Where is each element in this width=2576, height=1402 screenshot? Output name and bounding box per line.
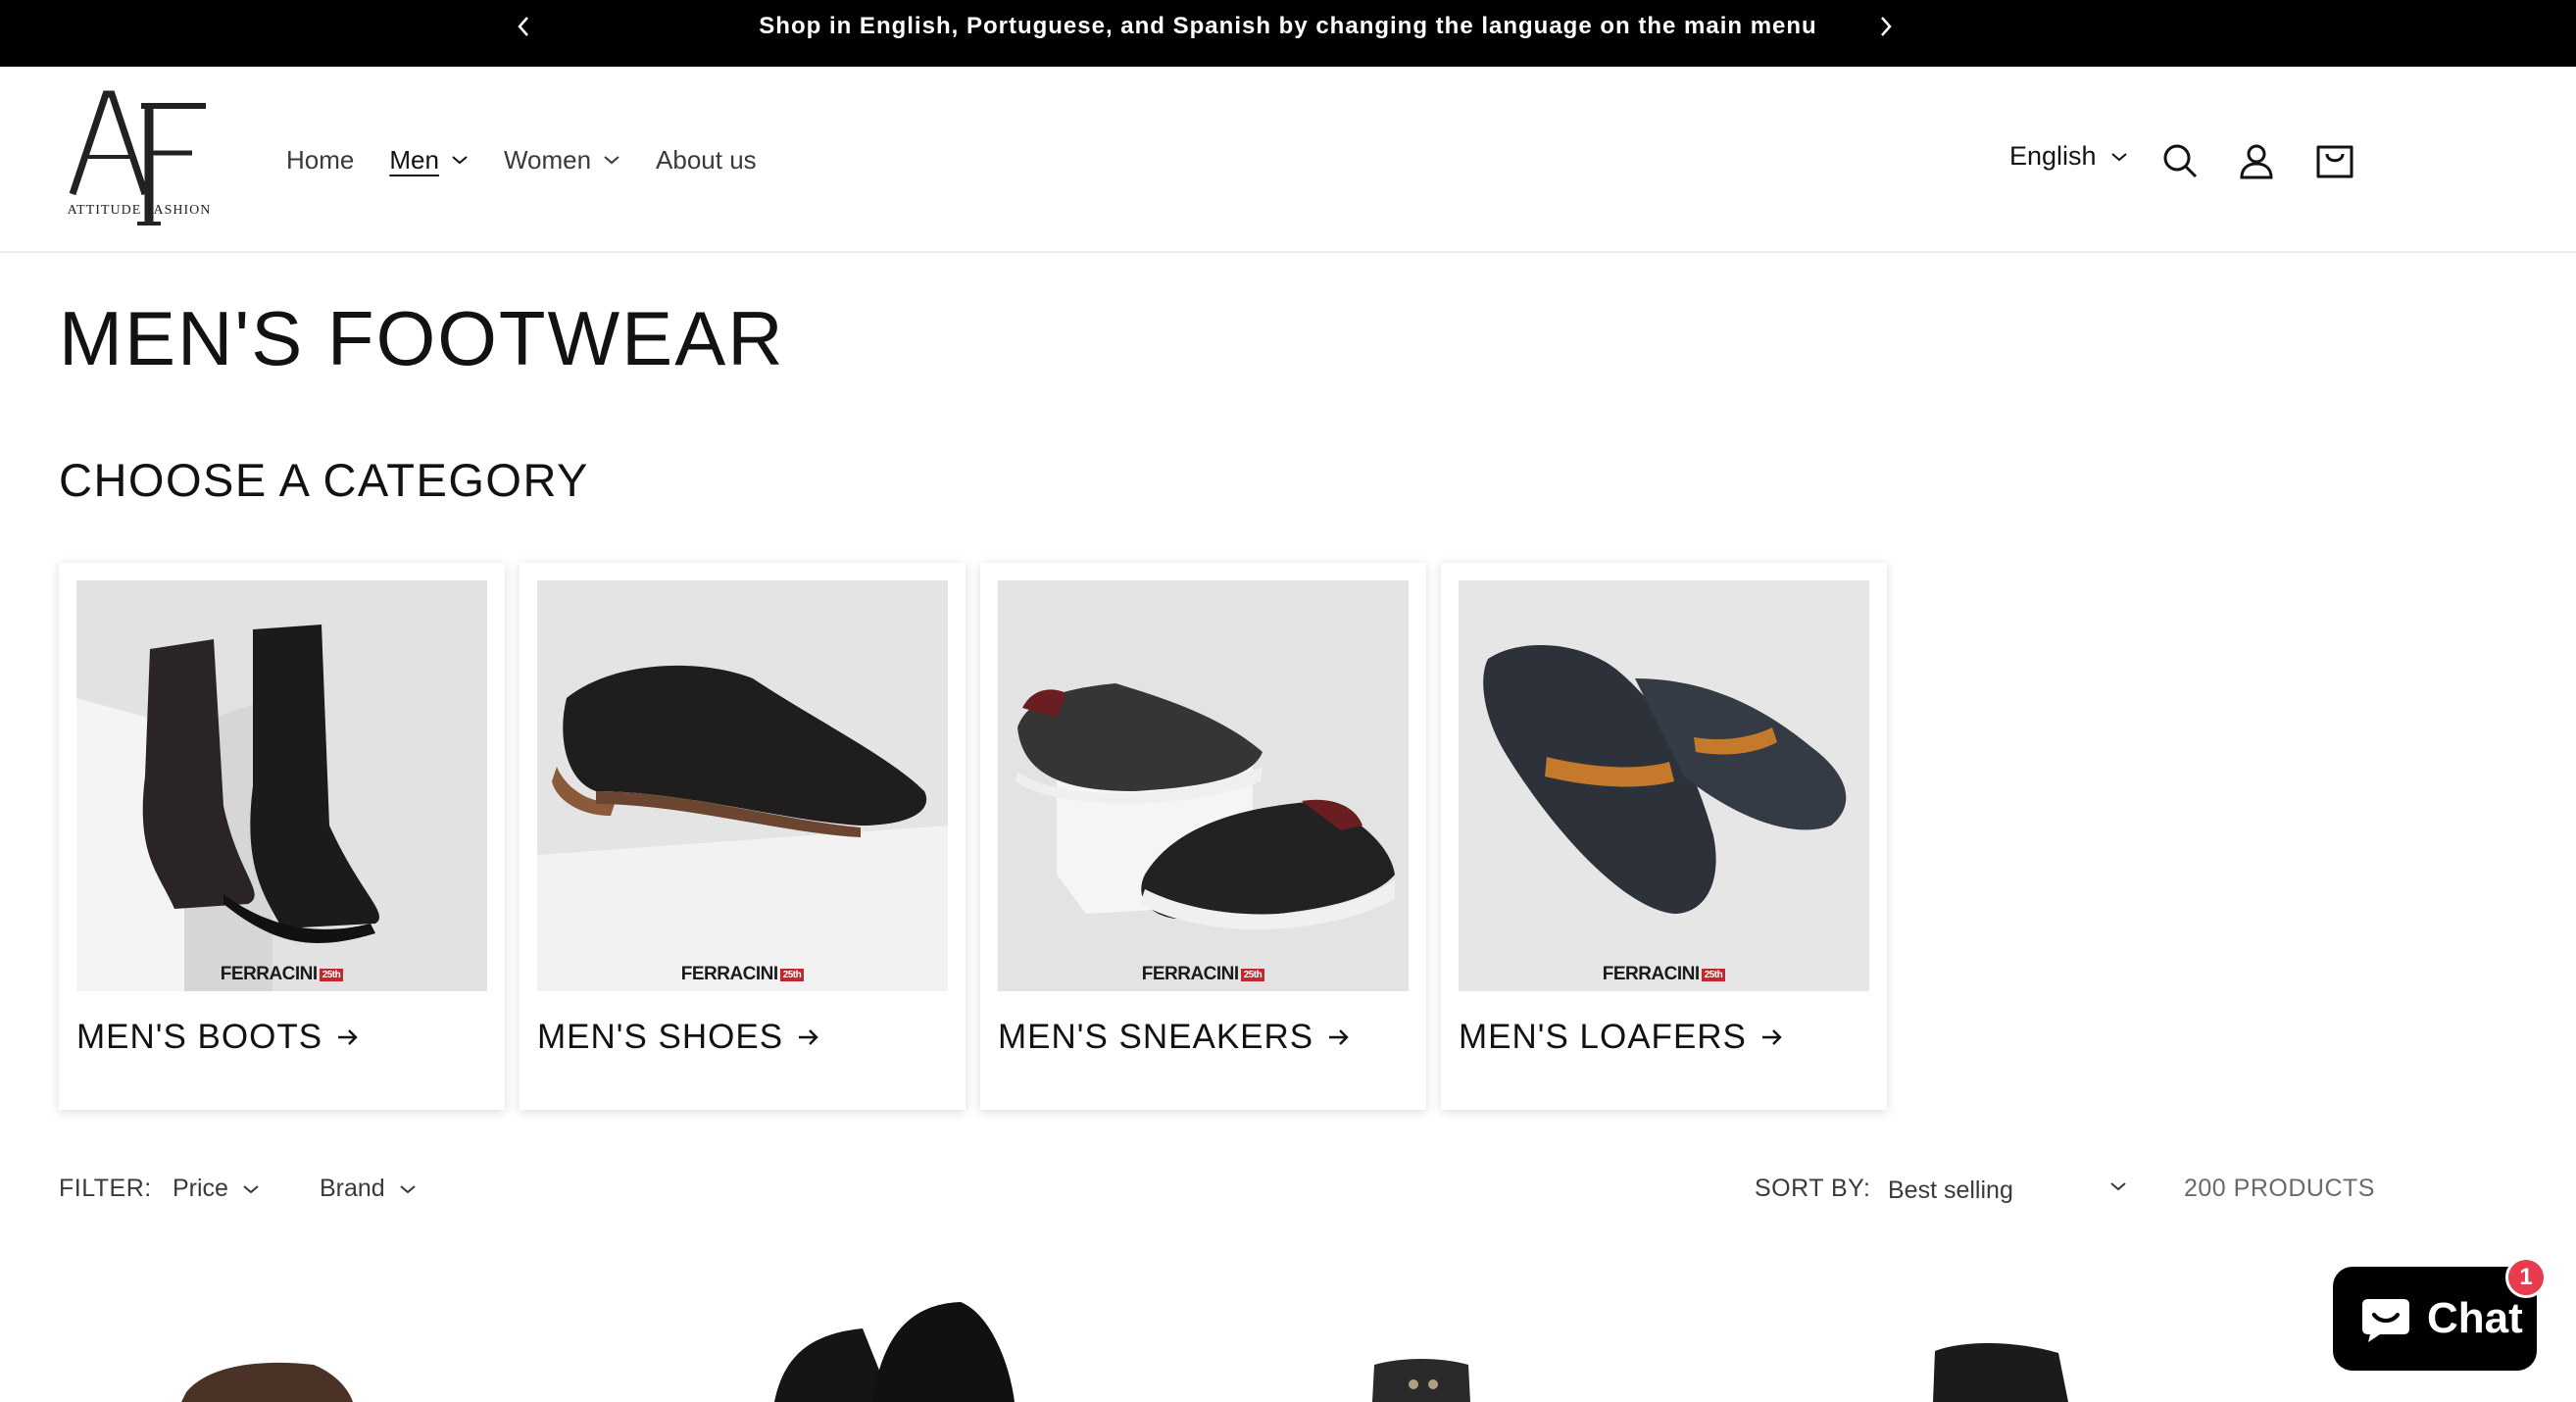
chevron-right-icon [1881, 17, 1892, 36]
page-title: MEN'S FOOTWEAR [59, 295, 785, 381]
brand-name: FERRACINI [680, 964, 778, 984]
brand-logo: FERRACINI 25th [537, 964, 948, 985]
nav-women[interactable]: Women [504, 145, 620, 175]
nav-about[interactable]: About us [656, 145, 757, 175]
category-image-shoes: FERRACINI 25th [537, 580, 948, 991]
category-card-loafers[interactable]: FERRACINI 25th MEN'S LOAFERS [1441, 563, 1887, 1110]
account-icon [2240, 144, 2273, 179]
chevron-down-icon [603, 154, 620, 166]
brand-name: FERRACINI [1602, 964, 1700, 984]
cart-button[interactable] [2307, 133, 2362, 188]
filter-brand-label: Brand [320, 1175, 385, 1202]
announcement-next-button[interactable] [1864, 12, 1907, 41]
arrow-right-icon [1760, 1027, 1784, 1047]
chevron-down-icon [399, 1183, 417, 1195]
nav-home[interactable]: Home [286, 145, 354, 175]
announcement-bar: Shop in English, Portuguese, and Spanish… [0, 0, 2576, 67]
product-image[interactable] [167, 1275, 363, 1402]
filter-price-dropdown[interactable]: Price [173, 1175, 260, 1203]
chat-bubble-icon [2362, 1299, 2409, 1342]
filter-brand-dropdown[interactable]: Brand [320, 1175, 417, 1203]
sort-label: SORT BY: [1755, 1175, 1871, 1202]
brand-logo: FERRACINI 25th [1459, 964, 1869, 985]
chat-notification-badge: 1 [2505, 1257, 2547, 1298]
category-label-sneakers: MEN'S SNEAKERS [998, 1018, 1314, 1056]
category-link-sneakers[interactable]: MEN'S SNEAKERS [998, 1018, 1351, 1057]
category-link-shoes[interactable]: MEN'S SHOES [537, 1018, 820, 1057]
product-image[interactable] [1362, 1275, 1480, 1402]
nav-men[interactable]: Men [389, 145, 469, 175]
brand-tag: 25th [779, 969, 805, 981]
category-link-loafers[interactable]: MEN'S LOAFERS [1459, 1018, 1784, 1057]
chevron-down-icon [242, 1183, 260, 1195]
sort-select[interactable]: Best selling [1888, 1171, 2127, 1210]
store-logo[interactable]: ATTITUDE FASHION [63, 86, 216, 233]
product-image[interactable] [745, 1275, 1039, 1402]
account-button[interactable] [2229, 133, 2284, 188]
category-label-shoes: MEN'S SHOES [537, 1018, 784, 1056]
category-image-boots: FERRACINI 25th [76, 580, 487, 991]
chevron-down-icon [2110, 151, 2128, 163]
main-nav: Home Men Women About us [286, 67, 792, 253]
nav-about-label: About us [656, 144, 757, 175]
svg-text:ATTITUDE FASHION: ATTITUDE FASHION [68, 203, 212, 218]
chat-label: Chat [2427, 1294, 2523, 1342]
cart-icon [2316, 145, 2353, 178]
brand-logo: FERRACINI 25th [76, 964, 487, 985]
brand-tag: 25th [1701, 969, 1726, 981]
category-label-loafers: MEN'S LOAFERS [1459, 1018, 1747, 1056]
nav-home-label: Home [286, 144, 355, 175]
product-count: 200 PRODUCTS [2184, 1175, 2375, 1202]
category-card-sneakers[interactable]: FERRACINI 25th MEN'S SNEAKERS [980, 563, 1426, 1110]
category-card-shoes[interactable]: FERRACINI 25th MEN'S SHOES [520, 563, 966, 1110]
search-icon [2163, 144, 2198, 178]
brand-name: FERRACINI [1141, 964, 1239, 984]
arrow-right-icon [1327, 1027, 1351, 1047]
category-card-boots[interactable]: FERRACINI 25th MEN'S BOOTS [59, 563, 505, 1110]
brand-name: FERRACINI [220, 964, 318, 984]
language-value: English [2009, 141, 2097, 171]
brand-tag: 25th [1240, 969, 1265, 981]
category-image-loafers: FERRACINI 25th [1459, 580, 1869, 991]
category-label-boots: MEN'S BOOTS [76, 1018, 323, 1056]
section-title: CHOOSE A CATEGORY [59, 454, 589, 506]
language-selector[interactable]: English [2009, 141, 2128, 172]
filter-price-label: Price [173, 1175, 228, 1202]
brand-tag: 25th [319, 969, 344, 981]
chat-button[interactable]: Chat 1 [2333, 1257, 2547, 1371]
category-image-sneakers: FERRACINI 25th [998, 580, 1409, 991]
filter-label: FILTER: [59, 1175, 152, 1202]
product-image[interactable] [1921, 1275, 2078, 1402]
brand-logo: FERRACINI 25th [998, 964, 1409, 985]
arrow-right-icon [797, 1027, 820, 1047]
category-link-boots[interactable]: MEN'S BOOTS [76, 1018, 360, 1057]
site-header: ATTITUDE FASHION Home Men Women About us… [0, 67, 2576, 253]
nav-women-label: Women [503, 144, 592, 175]
sort-value: Best selling [1888, 1176, 2013, 1204]
arrow-right-icon [336, 1027, 360, 1047]
chevron-down-icon [2109, 1180, 2127, 1192]
chevron-down-icon [451, 154, 469, 166]
announcement-text: Shop in English, Portuguese, and Spanish… [759, 13, 1817, 39]
search-button[interactable] [2153, 133, 2207, 188]
nav-men-label: Men [389, 144, 439, 175]
